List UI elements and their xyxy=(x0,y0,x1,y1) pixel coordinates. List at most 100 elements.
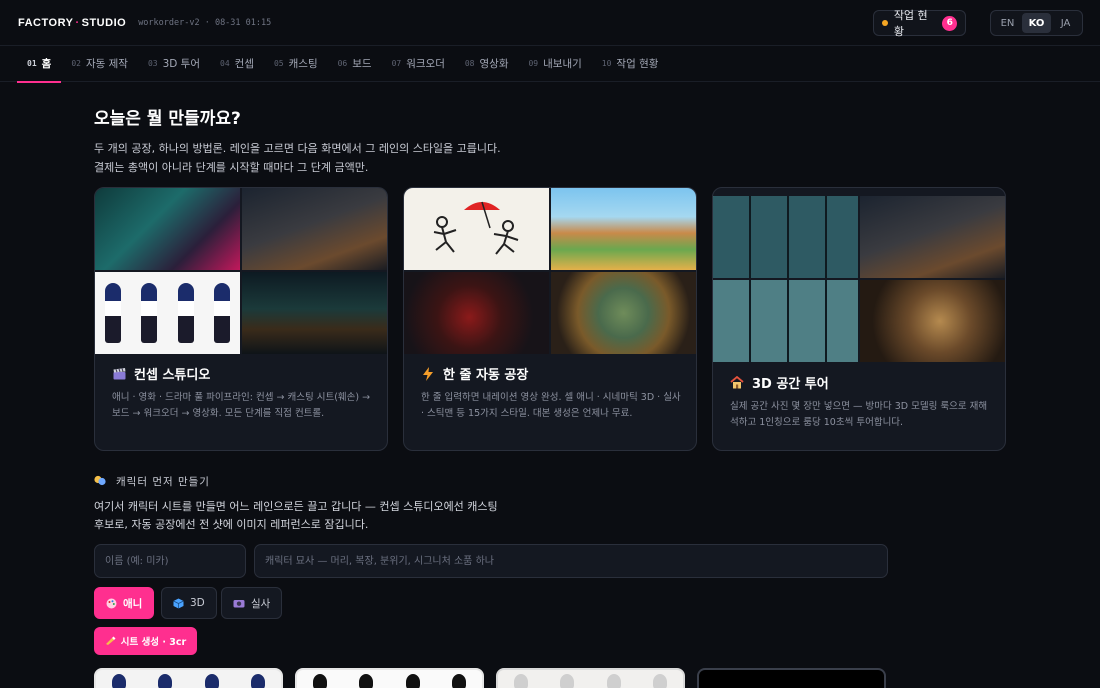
intro-line-1: 두 개의 공장, 하나의 방법론. 레인을 고르면 다음 화면에서 그 레인의 … xyxy=(94,142,501,155)
job-status-button[interactable]: 작업 현황 6 xyxy=(873,9,966,38)
tab-label: 작업 현황 xyxy=(616,58,659,70)
tab-number: 09 xyxy=(528,59,539,68)
tab-number: 01 xyxy=(27,59,37,68)
tab-label: 3D 투어 xyxy=(162,58,201,70)
figure-head xyxy=(359,674,374,688)
main-tabs: 01 홈 02 자동 제작 03 3D 투어 04 컨셉 05 캐스팅 06 보드 07 워크… xyxy=(0,46,1100,83)
card-title-text: 한 줄 자동 공장 xyxy=(443,368,529,383)
character-desc-line-1: 여기서 캐릭터 시트를 만들면 어느 레인으로든 끌고 갑니다 — 컨셉 스튜디… xyxy=(94,500,498,513)
character-sheet-card-empty[interactable] xyxy=(697,668,886,688)
card-title-text: 3D 공간 투어 xyxy=(752,377,829,392)
house-icon xyxy=(730,376,744,390)
lane-card-auto-factory[interactable]: 한 줄 자동 공장 한 줄 입력하면 내레이션 영상 완성. 셀 애니 · 시네… xyxy=(403,187,697,451)
character-section-title: 캐릭터 먼저 만들기 xyxy=(116,476,210,488)
tab-number: 04 xyxy=(220,59,230,68)
character-lineup-thumbnail xyxy=(95,272,240,354)
lightning-icon xyxy=(421,366,435,381)
figure-head xyxy=(112,674,127,688)
character-desc-line-2: 후보로, 자동 공장에선 전 샷에 이미지 레퍼런스로 잠깁니다. xyxy=(94,518,369,531)
tab-export[interactable]: 09 내보내기 xyxy=(518,46,591,82)
figure-head xyxy=(250,674,265,688)
room-grid-thumbnail xyxy=(713,196,858,278)
style-live-action-label: 실사 xyxy=(251,597,271,610)
figure-head xyxy=(405,674,420,688)
lane-card-concept-studio[interactable]: 컨셉 스튜디오 애니 · 영화 · 드라마 풀 파이프라인: 컨셉 → 캐스팅 … xyxy=(94,187,388,451)
brand-right: STUDIO xyxy=(81,16,127,29)
writing-hand-icon xyxy=(105,635,116,648)
tab-number: 10 xyxy=(601,59,612,68)
tab-home[interactable]: 01 홈 xyxy=(17,46,62,83)
tab-job-status[interactable]: 10 작업 현황 xyxy=(592,46,669,82)
tab-concept[interactable]: 04 컨셉 xyxy=(210,46,264,82)
tab-label: 캐스팅 xyxy=(288,58,318,70)
lang-ko[interactable]: KO xyxy=(1022,13,1051,33)
rainy-street-thumbnail-2 xyxy=(860,196,1005,278)
tab-label: 보드 xyxy=(352,58,372,70)
framed-landscape-thumbnail xyxy=(551,272,696,354)
character-section-description: 여기서 캐릭터 시트를 만들면 어느 레인으로든 끌고 갑니다 — 컨셉 스튜디… xyxy=(94,498,554,534)
palette-icon xyxy=(106,598,117,609)
tab-label: 자동 제작 xyxy=(85,58,128,70)
figure-head xyxy=(652,674,667,688)
style-live-action-button[interactable]: 실사 xyxy=(221,587,283,619)
style-3d-button[interactable]: 3D xyxy=(161,587,217,619)
tab-workorder[interactable]: 07 워크오더 xyxy=(382,46,455,82)
card-title: 3D 공간 투어 xyxy=(730,373,829,392)
page-title: 오늘은 뭘 만들까요? xyxy=(94,109,241,129)
lang-en[interactable]: EN xyxy=(993,13,1022,33)
red-dress-thumbnail xyxy=(404,272,549,354)
character-description-input[interactable] xyxy=(254,544,888,578)
night-city-thumbnail xyxy=(242,272,387,354)
tab-label: 워크오더 xyxy=(406,58,445,70)
lane-card-3d-tour[interactable]: 3D 공간 투어 실제 공간 사진 몇 장만 넣으면 — 방마다 3D 모델링 … xyxy=(712,187,1006,451)
character-sheet-card[interactable] xyxy=(295,668,484,688)
tab-number: 02 xyxy=(71,59,81,68)
generate-sheet-button[interactable]: 시트 생성 · 3cr xyxy=(94,627,197,655)
generate-sheet-label: 시트 생성 · 3cr xyxy=(120,637,187,648)
tab-casting[interactable]: 05 캐스팅 xyxy=(264,46,328,82)
tab-label: 내보내기 xyxy=(543,58,582,70)
tab-board[interactable]: 06 보드 xyxy=(328,46,382,82)
brand-logo[interactable]: FACTORY · STUDIO xyxy=(18,17,126,29)
tab-number: 07 xyxy=(391,59,402,68)
figure-head xyxy=(560,674,575,688)
camera-icon xyxy=(233,598,245,608)
figure-head xyxy=(514,674,529,688)
cube-icon xyxy=(173,598,184,609)
card-thumbnails xyxy=(95,188,387,354)
card-title: 한 줄 자동 공장 xyxy=(421,364,528,383)
character-sheet-card[interactable] xyxy=(496,668,685,688)
tab-label: 홈 xyxy=(41,58,52,70)
character-sheet-gallery xyxy=(94,668,886,688)
tab-3d-tour[interactable]: 03 3D 투어 xyxy=(138,46,210,82)
card-thumbnails xyxy=(713,188,1005,362)
room-grid-thumbnail-2 xyxy=(713,280,858,362)
figure-head xyxy=(606,674,621,688)
brand-left: FACTORY xyxy=(18,16,74,29)
figure-head xyxy=(313,674,328,688)
lane-cards: 컨셉 스튜디오 애니 · 영화 · 드라마 풀 파이프라인: 컨셉 → 캐스팅 … xyxy=(94,187,1006,451)
brand-separator: · xyxy=(75,16,80,29)
status-dot-icon xyxy=(882,20,888,26)
tab-number: 06 xyxy=(337,59,348,68)
figure-head xyxy=(158,674,173,688)
language-switcher: EN KO JA xyxy=(990,10,1083,36)
style-anime-button[interactable]: 애니 xyxy=(94,587,155,619)
intro-line-2: 결제는 총액이 아니라 단계를 시작할 때마다 그 단계 금액만. xyxy=(94,161,369,174)
tab-number: 03 xyxy=(147,59,158,68)
character-name-input[interactable] xyxy=(94,544,246,578)
figure-head xyxy=(204,674,219,688)
theater-masks-icon xyxy=(94,475,106,489)
tab-auto[interactable]: 02 자동 제작 xyxy=(61,46,138,82)
character-sheet-card[interactable] xyxy=(94,668,283,688)
job-count-badge: 6 xyxy=(942,15,957,31)
lang-ja[interactable]: JA xyxy=(1051,13,1080,33)
workorder-meta: workorder-v2 · 08-31 01:15 xyxy=(138,17,272,28)
tab-label: 컨셉 xyxy=(234,58,254,70)
style-anime-label: 애니 xyxy=(123,597,143,610)
card-description: 애니 · 영화 · 드라마 풀 파이프라인: 컨셉 → 캐스팅 시트(훼손) →… xyxy=(112,392,371,419)
card-title: 컨셉 스튜디오 xyxy=(112,364,210,383)
page-intro: 두 개의 공장, 하나의 방법론. 레인을 고르면 다음 화면에서 그 레인의 … xyxy=(94,139,614,177)
card-title-text: 컨셉 스튜디오 xyxy=(134,368,211,383)
tab-video[interactable]: 08 영상화 xyxy=(455,46,519,82)
